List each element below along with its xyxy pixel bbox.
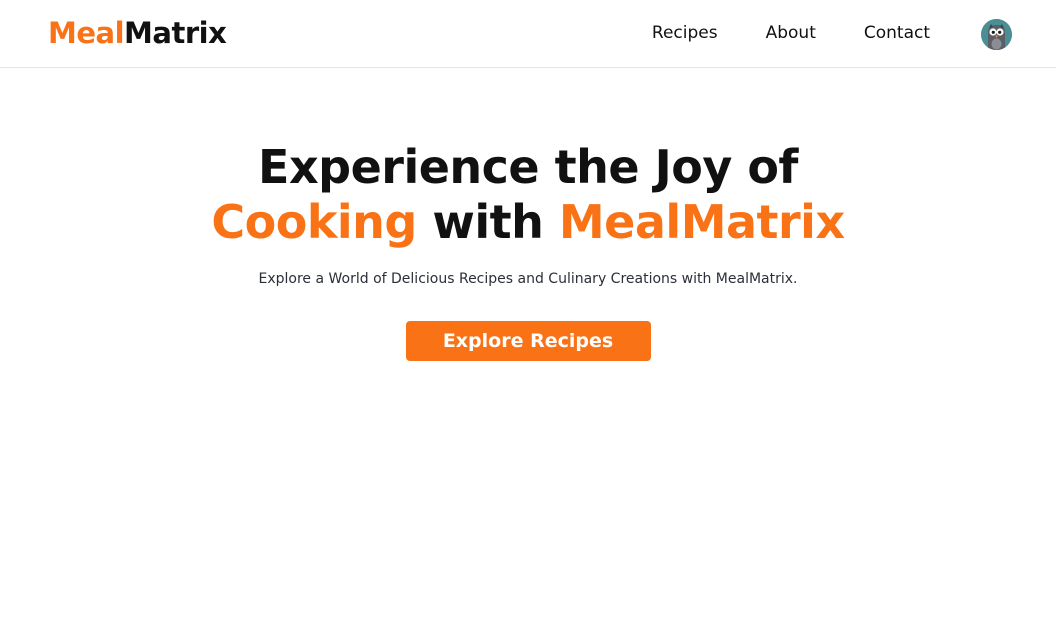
navbar: MealMatrix Recipes About Contact (0, 0, 1056, 68)
explore-recipes-button[interactable]: Explore Recipes (405, 321, 651, 361)
nav-link-about[interactable]: About (766, 21, 816, 45)
owl-avatar-graphic (981, 19, 1012, 50)
nav-links: Recipes About Contact (652, 21, 930, 45)
hero-title-word-with: with (432, 195, 544, 249)
hero-title-word-brand: MealMatrix (558, 195, 845, 249)
hero-section: Experience the Joy of Cooking with MealM… (0, 140, 1056, 361)
hero-title-word-cooking: Cooking (211, 195, 417, 249)
brand-logo[interactable]: MealMatrix (48, 14, 227, 52)
owl-avatar-icon[interactable] (981, 19, 1012, 50)
brand-logo-part1: Meal (48, 16, 125, 50)
hero-title-line1: Experience the Joy of (258, 140, 798, 194)
brand-logo-part2: Matrix (124, 16, 227, 50)
hero-subtitle: Explore a World of Delicious Recipes and… (258, 271, 798, 287)
nav-link-contact[interactable]: Contact (864, 21, 930, 45)
hero-title: Experience the Joy of Cooking with MealM… (0, 140, 1056, 250)
nav-link-recipes[interactable]: Recipes (652, 21, 718, 45)
